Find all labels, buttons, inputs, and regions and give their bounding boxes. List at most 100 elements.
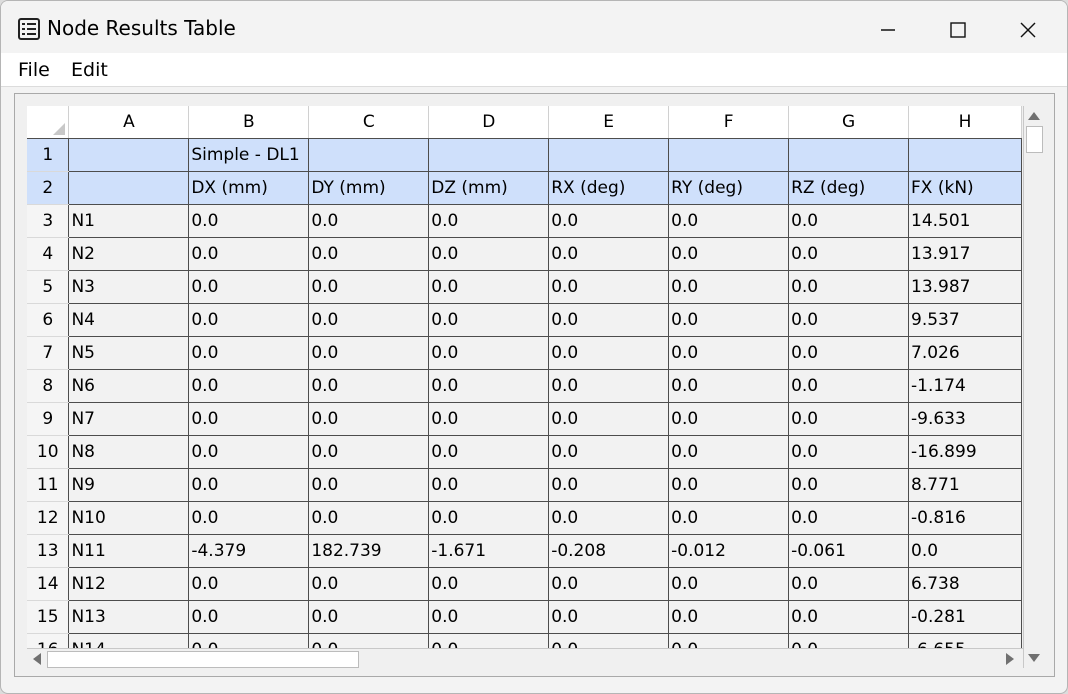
minimize-button[interactable]	[865, 11, 911, 49]
table-cell[interactable]: Simple - DL1	[188, 138, 310, 172]
table-cell[interactable]	[428, 138, 550, 172]
table-cell[interactable]: 0.0	[308, 435, 430, 469]
scroll-right-icon[interactable]	[1003, 650, 1017, 668]
menu-file[interactable]: File	[18, 59, 50, 81]
row-header[interactable]: 8	[27, 369, 70, 403]
table-cell[interactable]: 9.537	[908, 303, 1022, 337]
table-cell[interactable]: 0.0	[308, 369, 430, 403]
table-cell[interactable]: N8	[68, 435, 190, 469]
table-cell[interactable]: N14	[68, 633, 190, 648]
row-header[interactable]: 7	[27, 336, 70, 370]
row-header[interactable]: 2	[27, 171, 70, 205]
row-header[interactable]: 15	[27, 600, 70, 634]
table-cell[interactable]: -16.899	[908, 435, 1022, 469]
table-cell[interactable]: 0.0	[668, 303, 790, 337]
table-cell[interactable]: N2	[68, 237, 190, 271]
table-cell[interactable]: -0.012	[668, 534, 790, 568]
table-cell[interactable]: DX (mm)	[188, 171, 310, 205]
table-cell[interactable]: 0.0	[788, 501, 910, 535]
table-cell[interactable]: 0.0	[308, 402, 430, 436]
table-cell[interactable]: -1.671	[428, 534, 550, 568]
table-cell[interactable]: N5	[68, 336, 190, 370]
row-header[interactable]: 10	[27, 435, 70, 469]
table-cell[interactable]: N13	[68, 600, 190, 634]
vertical-scrollbar[interactable]	[1023, 106, 1044, 668]
table-cell[interactable]: -0.061	[788, 534, 910, 568]
column-header-f[interactable]: F	[668, 106, 790, 139]
column-header-c[interactable]: C	[308, 106, 430, 139]
table-cell[interactable]: 0.0	[188, 600, 310, 634]
horizontal-scrollbar[interactable]	[27, 648, 1023, 669]
table-cell[interactable]: N7	[68, 402, 190, 436]
table-cell[interactable]: 0.0	[428, 204, 550, 238]
table-cell[interactable]: 0.0	[668, 468, 790, 502]
table-cell[interactable]: FX (kN)	[908, 171, 1022, 205]
table-cell[interactable]	[308, 138, 430, 172]
table-cell[interactable]: 0.0	[548, 633, 670, 648]
table-cell[interactable]: DZ (mm)	[428, 171, 550, 205]
table-cell[interactable]: 0.0	[428, 369, 550, 403]
table-cell[interactable]: 0.0	[188, 237, 310, 271]
row-header[interactable]: 16	[27, 633, 70, 648]
table-cell[interactable]: 0.0	[788, 204, 910, 238]
title-bar[interactable]: Node Results Table	[1, 1, 1067, 53]
table-cell[interactable]: 0.0	[668, 336, 790, 370]
table-cell[interactable]: DY (mm)	[308, 171, 430, 205]
results-grid[interactable]: ABCDEFGH 1 Simple - DL1 2 DX (mm) DY (mm) DZ …	[27, 106, 1022, 648]
table-cell[interactable]: 0.0	[668, 633, 790, 648]
table-cell[interactable]: 0.0	[188, 501, 310, 535]
table-cell[interactable]: 0.0	[188, 567, 310, 601]
table-cell[interactable]: RY (deg)	[668, 171, 790, 205]
table-cell[interactable]: 0.0	[548, 600, 670, 634]
table-cell[interactable]: -6.655	[908, 633, 1022, 648]
table-cell[interactable]: N6	[68, 369, 190, 403]
table-cell[interactable]: N3	[68, 270, 190, 304]
table-cell[interactable]	[788, 138, 910, 172]
table-cell[interactable]: 0.0	[428, 435, 550, 469]
table-cell[interactable]: -0.816	[908, 501, 1022, 535]
table-cell[interactable]	[68, 138, 190, 172]
table-cell[interactable]: 0.0	[428, 303, 550, 337]
table-cell[interactable]: 0.0	[308, 204, 430, 238]
table-cell[interactable]: 0.0	[188, 270, 310, 304]
table-cell[interactable]: 0.0	[308, 468, 430, 502]
scroll-left-icon[interactable]	[30, 650, 44, 668]
table-cell[interactable]: 0.0	[668, 369, 790, 403]
table-cell[interactable]: 0.0	[548, 369, 670, 403]
table-cell[interactable]: 0.0	[548, 336, 670, 370]
row-header[interactable]: 13	[27, 534, 70, 568]
table-cell[interactable]: 0.0	[668, 204, 790, 238]
table-cell[interactable]: 0.0	[788, 237, 910, 271]
table-cell[interactable]: RX (deg)	[548, 171, 670, 205]
table-cell[interactable]: 0.0	[548, 270, 670, 304]
table-cell[interactable]: 0.0	[788, 600, 910, 634]
maximize-button[interactable]	[935, 11, 981, 49]
table-cell[interactable]: 0.0	[788, 270, 910, 304]
table-cell[interactable]: 0.0	[308, 237, 430, 271]
column-header-g[interactable]: G	[788, 106, 910, 139]
table-cell[interactable]	[668, 138, 790, 172]
table-cell[interactable]: 0.0	[428, 237, 550, 271]
table-cell[interactable]: N12	[68, 567, 190, 601]
table-cell[interactable]: 13.987	[908, 270, 1022, 304]
row-header[interactable]: 4	[27, 237, 70, 271]
table-cell[interactable]: 0.0	[788, 633, 910, 648]
table-cell[interactable]: 0.0	[548, 402, 670, 436]
table-cell[interactable]	[908, 138, 1022, 172]
table-cell[interactable]: -0.281	[908, 600, 1022, 634]
column-header-e[interactable]: E	[548, 106, 670, 139]
table-cell[interactable]: 0.0	[428, 600, 550, 634]
table-cell[interactable]: -1.174	[908, 369, 1022, 403]
table-cell[interactable]: 0.0	[428, 501, 550, 535]
table-cell[interactable]: 0.0	[788, 303, 910, 337]
table-cell[interactable]: 0.0	[188, 633, 310, 648]
table-cell[interactable]: 0.0	[428, 468, 550, 502]
row-header[interactable]: 14	[27, 567, 70, 601]
table-cell[interactable]: 0.0	[668, 501, 790, 535]
column-header-a[interactable]: A	[68, 106, 190, 139]
table-cell[interactable]: 8.771	[908, 468, 1022, 502]
table-cell[interactable]: 0.0	[788, 336, 910, 370]
table-cell[interactable]: N11	[68, 534, 190, 568]
table-cell[interactable]: 0.0	[668, 402, 790, 436]
scroll-down-icon[interactable]	[1025, 651, 1043, 665]
